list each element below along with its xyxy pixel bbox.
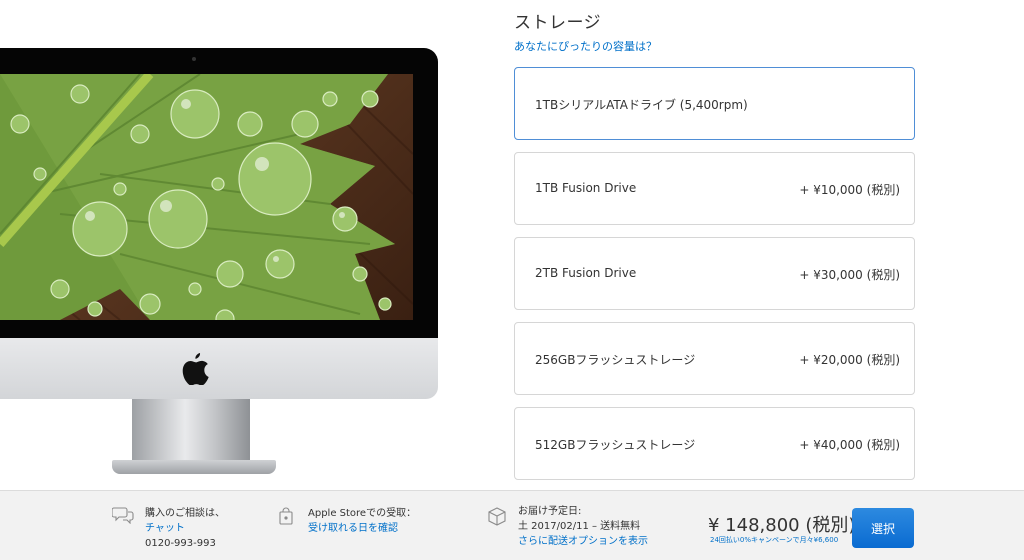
- storage-option-price: + ¥20,000 (税別): [799, 353, 900, 367]
- delivery-date: 土 2017/02/11 – 送料無料: [518, 521, 641, 532]
- imac-display-bezel: [0, 48, 438, 338]
- delivery-label: お届け予定日:: [518, 506, 582, 517]
- imac-stand: [132, 399, 250, 463]
- storage-option-name: 1TBシリアルATAドライブ (5,400rpm): [535, 98, 748, 112]
- shopping-bag-icon: [279, 507, 293, 525]
- product-image-imac: [0, 48, 440, 478]
- total-price: ¥ 148,800 (税別): [708, 515, 856, 536]
- chat-bubbles-icon: [112, 507, 134, 524]
- storage-option-name: 256GBフラッシュストレージ: [535, 353, 696, 367]
- chat-link[interactable]: チャット: [145, 521, 225, 536]
- package-box-icon: [488, 507, 506, 526]
- storage-option-name: 512GBフラッシュストレージ: [535, 438, 696, 452]
- store-pickup-block: Apple Storeでの受取： 受け取れる日を確認: [308, 506, 416, 536]
- storage-option-1tb-sata[interactable]: 1TBシリアルATAドライブ (5,400rpm): [514, 67, 915, 140]
- apple-logo-icon: [182, 353, 209, 385]
- delivery-options-link[interactable]: さらに配送オプションを表示: [518, 534, 648, 549]
- imac-chin: [0, 338, 438, 399]
- storage-options-list: 1TBシリアルATAドライブ (5,400rpm) 1TB Fusion Dri…: [514, 67, 915, 492]
- select-button[interactable]: 選択: [852, 508, 914, 548]
- consult-block: 購入のご相談は、 チャット 0120-993-993: [145, 506, 225, 551]
- imac-camera: [192, 57, 196, 61]
- storage-option-name: 2TB Fusion Drive: [535, 266, 637, 280]
- imac-stand-foot: [112, 460, 276, 474]
- pickup-availability-link[interactable]: 受け取れる日を確認: [308, 521, 416, 536]
- storage-option-2tb-fusion[interactable]: 2TB Fusion Drive + ¥30,000 (税別): [514, 237, 915, 310]
- storage-option-price: + ¥30,000 (税別): [799, 268, 900, 282]
- imac-screen-wallpaper: [0, 74, 413, 320]
- storage-option-price: + ¥10,000 (税別): [799, 183, 900, 197]
- leaf-with-water-drops-wallpaper: [0, 74, 413, 320]
- installment-note-link[interactable]: 24回払い0%キャンペーンで月々¥6,600: [710, 535, 838, 545]
- consult-phone: 0120-993-993: [145, 538, 216, 549]
- store-pickup-label: Apple Storeでの受取：: [308, 508, 417, 519]
- storage-option-name: 1TB Fusion Drive: [535, 181, 637, 195]
- storage-option-256gb-flash[interactable]: 256GBフラッシュストレージ + ¥20,000 (税別): [514, 322, 915, 395]
- consult-label: 購入のご相談は、: [145, 508, 225, 519]
- delivery-block: お届け予定日: 土 2017/02/11 – 送料無料 さらに配送オプションを表…: [518, 504, 648, 549]
- storage-option-512gb-flash[interactable]: 512GBフラッシュストレージ + ¥40,000 (税別): [514, 407, 915, 480]
- storage-option-price: + ¥40,000 (税別): [799, 438, 900, 452]
- purchase-footer-bar: 購入のご相談は、 チャット 0120-993-993 Apple Storeでの…: [0, 490, 1024, 560]
- storage-help-link[interactable]: あなたにぴったりの容量は？: [514, 38, 657, 54]
- storage-option-1tb-fusion[interactable]: 1TB Fusion Drive + ¥10,000 (税別): [514, 152, 915, 225]
- storage-heading: ストレージ: [514, 13, 602, 33]
